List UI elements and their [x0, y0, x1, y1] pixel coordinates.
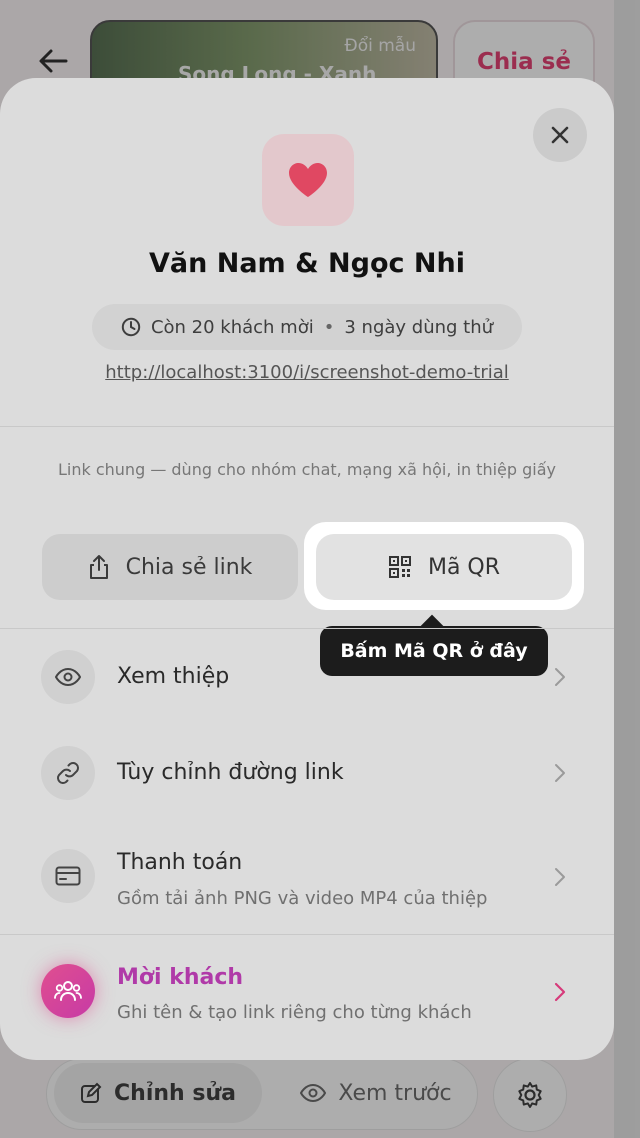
chevron-right-icon — [550, 867, 570, 887]
couple-name: Văn Nam & Ngọc Nhi — [149, 248, 465, 279]
clock-icon — [121, 317, 141, 337]
share-link-button[interactable]: Chia sẻ link — [42, 534, 298, 600]
share-hint: Link chung — dùng cho nhóm chat, mạng xã… — [58, 460, 556, 479]
close-button[interactable] — [533, 108, 587, 162]
credit-card-icon — [55, 866, 81, 886]
payment-row[interactable]: Thanh toán Gồm tải ảnh PNG và video MP4 … — [0, 832, 614, 924]
qr-label: Mã QR — [427, 554, 501, 580]
chevron-right-icon — [550, 763, 570, 783]
invite-guests-row[interactable]: Mời khách Ghi tên & tạo link riêng cho t… — [0, 946, 614, 1038]
close-icon — [551, 126, 569, 144]
status-trial: 3 ngày dùng thử — [344, 316, 494, 338]
customize-link-row[interactable]: Tùy chỉnh đường link — [0, 736, 614, 812]
invite-subtitle: Ghi tên & tạo link riêng cho từng khách — [117, 1002, 472, 1023]
divider — [0, 934, 614, 935]
invite-title: Mời khách — [117, 965, 244, 990]
invite-icon-circle — [41, 964, 95, 1018]
row-subtitle: Gồm tải ảnh PNG và video MP4 của thiệp — [117, 888, 488, 909]
chevron-right-icon — [550, 982, 570, 1002]
heart-icon — [289, 163, 327, 197]
view-card-row[interactable]: Xem thiệp — [0, 640, 614, 716]
row-title: Xem thiệp — [117, 664, 230, 689]
link-icon — [57, 762, 79, 784]
row-icon-circle — [41, 650, 95, 704]
qr-code-button[interactable]: Mã QR — [316, 534, 572, 600]
status-guests: Còn 20 khách mời — [150, 316, 314, 338]
qr-icon — [388, 556, 411, 578]
row-title: Thanh toán — [117, 850, 243, 875]
row-icon-circle — [41, 746, 95, 800]
share-link-label: Chia sẻ link — [125, 554, 253, 580]
divider — [0, 426, 614, 427]
share-icon — [89, 555, 108, 579]
eye-icon — [55, 668, 81, 686]
users-icon — [54, 981, 82, 1001]
row-icon-circle — [41, 849, 95, 903]
row-title: Tùy chỉnh đường link — [117, 760, 344, 785]
status-pill: Còn 20 khách mời • 3 ngày dùng thử — [92, 304, 522, 350]
status-separator: • — [323, 316, 335, 338]
heart-tile — [262, 134, 354, 226]
invite-url-link[interactable]: http://localhost:3100/i/screenshot-demo-… — [0, 362, 614, 383]
chevron-right-icon — [550, 667, 570, 687]
divider — [0, 628, 614, 629]
